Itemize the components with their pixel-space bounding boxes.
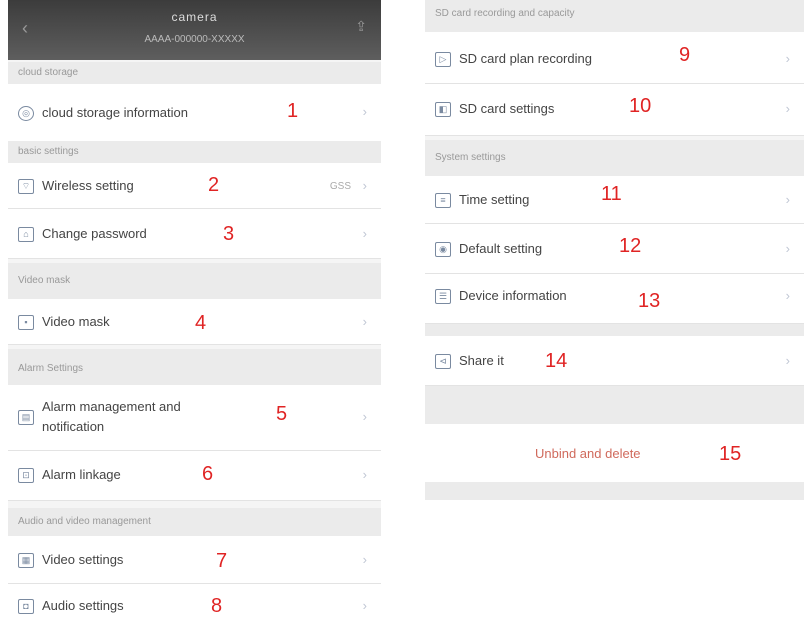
header-title: camera <box>171 10 218 24</box>
section-gap <box>425 386 804 424</box>
callout-3: 3 <box>223 223 235 245</box>
item-label: Default setting <box>459 241 543 256</box>
item-label: Audio settings <box>42 598 124 613</box>
callout-5: 5 <box>276 403 288 425</box>
sd-card-icon: ◧ <box>435 102 451 117</box>
item-label: cloud storage information <box>42 105 188 120</box>
callout-9: 9 <box>679 44 691 66</box>
item-label: Alarm management and <box>42 399 181 414</box>
alarm-icon: ▤ <box>18 410 34 425</box>
device-information-row[interactable]: ☰ Device information › <box>425 274 804 324</box>
section-system-settings: System settings <box>425 140 804 176</box>
chevron-right-icon: › <box>785 192 790 207</box>
item-label: Video settings <box>42 552 124 567</box>
settings-screen-right: SD card recording and capacity ▷ SD card… <box>425 0 804 500</box>
item-label: SD card settings <box>459 101 555 116</box>
chevron-right-icon: › <box>362 552 367 567</box>
cloud-icon: ◎ <box>18 106 34 121</box>
chevron-right-icon: › <box>362 314 367 329</box>
callout-6: 6 <box>202 463 214 485</box>
section-gap <box>425 482 804 500</box>
video-icon: ▦ <box>18 553 34 568</box>
reset-icon: ◉ <box>435 242 451 257</box>
item-label: Share it <box>459 353 504 368</box>
audio-icon: ◘ <box>18 599 34 614</box>
item-label: SD card plan recording <box>459 51 592 66</box>
callout-14: 14 <box>545 350 568 372</box>
chevron-right-icon: › <box>362 598 367 613</box>
info-icon: ☰ <box>435 289 451 304</box>
callout-11: 11 <box>601 183 622 205</box>
chevron-right-icon: › <box>362 178 367 193</box>
unbind-and-delete-button[interactable]: Unbind and delete <box>425 424 804 482</box>
unbind-label: Unbind and delete <box>535 446 641 461</box>
callout-4: 4 <box>195 312 207 334</box>
section-video-mask: Video mask <box>8 263 381 299</box>
item-label: Wireless setting <box>42 178 134 193</box>
item-label-line2: notification <box>42 419 105 434</box>
wireless-ssid-value: GSS <box>329 181 351 192</box>
sd-card-plan-recording-row[interactable]: ▷ SD card plan recording › <box>425 32 804 84</box>
default-setting-row[interactable]: ◉ Default setting › <box>425 224 804 274</box>
chevron-right-icon: › <box>785 241 790 256</box>
callout-10: 10 <box>629 95 652 117</box>
sd-card-settings-row[interactable]: ◧ SD card settings › <box>425 84 804 136</box>
item-label: Time setting <box>459 192 530 207</box>
section-cloud-storage: cloud storage <box>8 62 381 84</box>
section-sd-card: SD card recording and capacity <box>425 0 804 32</box>
audio-settings-row[interactable]: ◘ Audio settings › <box>8 584 381 629</box>
chevron-right-icon: › <box>785 353 790 368</box>
change-password-row[interactable]: ⌂ Change password › <box>8 209 381 259</box>
mask-icon: ▪ <box>18 315 34 330</box>
record-icon: ▷ <box>435 52 451 67</box>
header-subtitle: AAAA-000000-XXXXX <box>144 34 245 45</box>
cloud-storage-information-row[interactable]: ◎ cloud storage information › <box>8 84 381 142</box>
chevron-right-icon: › <box>785 51 790 66</box>
section-audio-video: Audio and video management <box>8 508 381 536</box>
chevron-right-icon: › <box>785 288 790 303</box>
lock-icon: ⌂ <box>18 227 34 242</box>
chevron-right-icon: › <box>362 226 367 241</box>
callout-15: 15 <box>719 443 742 465</box>
item-label: Alarm linkage <box>42 467 121 482</box>
clock-icon: ≡ <box>435 193 451 208</box>
app-header: ‹ camera AAAA-000000-XXXXX ⇪ <box>8 0 381 60</box>
chevron-right-icon: › <box>362 104 367 119</box>
callout-13: 13 <box>638 290 661 312</box>
alarm-linkage-row[interactable]: ⊡ Alarm linkage › <box>8 451 381 501</box>
alarm-management-row[interactable]: ▤ Alarm management and notification › <box>8 385 381 451</box>
link-icon: ⊡ <box>18 468 34 483</box>
chevron-right-icon: › <box>362 467 367 482</box>
section-basic-settings: basic settings <box>8 141 381 163</box>
chevron-right-icon: › <box>785 101 790 116</box>
section-gap <box>425 324 804 336</box>
callout-8: 8 <box>211 595 223 617</box>
video-settings-row[interactable]: ▦ Video settings › <box>8 536 381 584</box>
callout-12: 12 <box>619 235 642 257</box>
section-alarm-settings: Alarm Settings <box>8 349 381 385</box>
callout-7: 7 <box>216 550 228 572</box>
callout-1: 1 <box>287 100 299 122</box>
share-icon[interactable]: ⇪ <box>355 18 367 35</box>
item-label: Change password <box>42 226 147 241</box>
wifi-icon: ⌔ <box>18 179 34 194</box>
item-label: Video mask <box>42 314 110 329</box>
share-icon: ⊲ <box>435 354 451 369</box>
share-it-row[interactable]: ⊲ Share it › <box>425 336 804 386</box>
wireless-setting-row[interactable]: ⌔ Wireless setting GSS › <box>8 163 381 209</box>
chevron-right-icon: › <box>362 409 367 424</box>
item-label: Device information <box>459 288 567 303</box>
callout-2: 2 <box>208 174 220 196</box>
